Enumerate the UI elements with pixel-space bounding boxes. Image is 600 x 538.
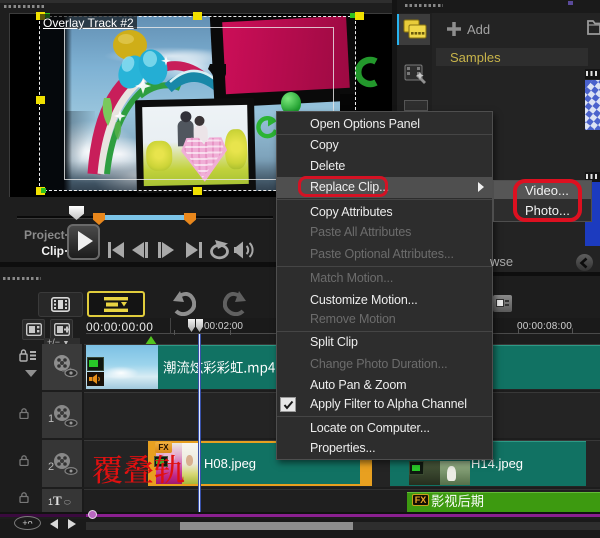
svg-text:1: 1 bbox=[48, 413, 54, 425]
svg-text:2: 2 bbox=[48, 461, 54, 473]
